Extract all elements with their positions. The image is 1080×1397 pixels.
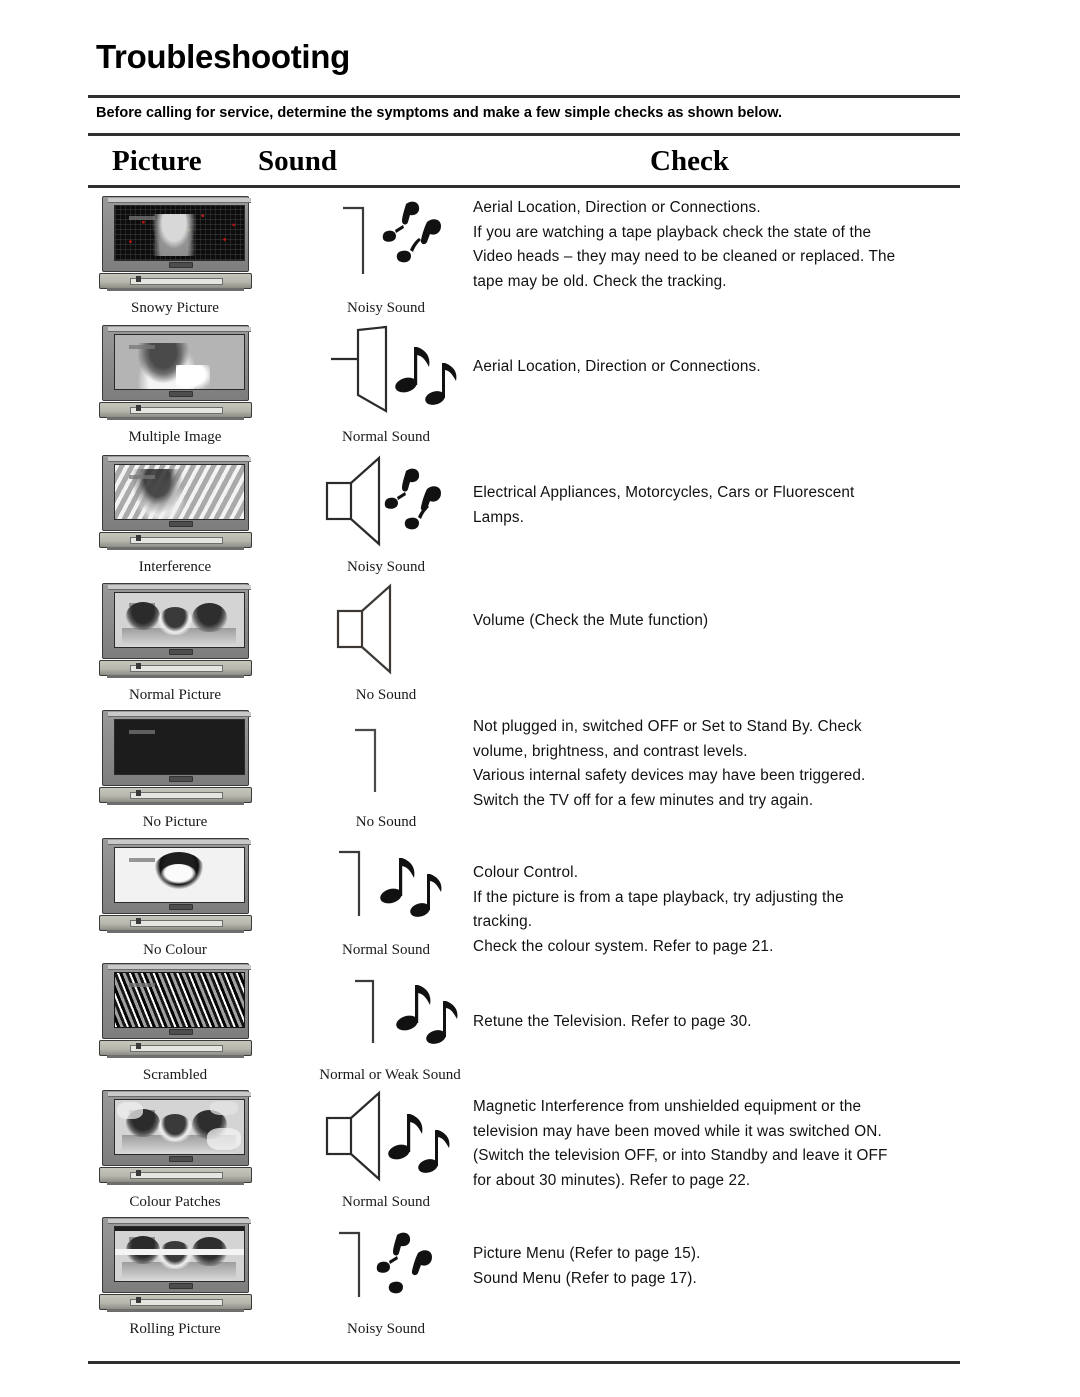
check-line: Colour Control.: [473, 864, 579, 881]
picture-cell: Rolling Picture: [96, 1217, 254, 1337]
column-header-check: Check: [650, 145, 729, 177]
boxed-speaker-with-music-notes-icon: [311, 1090, 461, 1188]
television-interference-icon: [98, 455, 252, 550]
picture-cell: Colour Patches: [96, 1090, 254, 1210]
picture-caption: Colour Patches: [129, 1194, 221, 1210]
picture-cell: Snowy Picture: [96, 196, 254, 316]
sound-caption: Noisy Sound: [347, 1321, 425, 1337]
check-line: (Switch the television OFF, or into Stan…: [473, 1147, 888, 1164]
sound-caption: Normal Sound: [342, 429, 430, 445]
check-line: Aerial Location, Direction or Connection…: [473, 358, 761, 375]
collapsed-speaker-silent-icon: [311, 710, 461, 808]
picture-caption: Interference: [138, 559, 212, 575]
check-line: volume, brightness, and contrast levels.: [473, 742, 748, 760]
page-title: Troubleshooting: [96, 38, 350, 75]
check-cell: Magnetic Interference from unshielded eq…: [473, 1090, 968, 1193]
check-cell: Retune the Television. Refer to page 30.: [473, 963, 968, 1035]
header-divider-middle: [88, 133, 960, 136]
television-no-colour-icon: [98, 838, 252, 933]
sound-caption: Normal or Weak Sound: [319, 1067, 461, 1083]
television-normal-picture-icon: [98, 583, 252, 678]
television-scrambled-icon: [98, 963, 252, 1058]
sound-cell: Normal Sound: [310, 838, 462, 958]
sound-caption: No Sound: [355, 814, 417, 830]
check-cell: Volume (Check the Mute function): [473, 583, 968, 634]
header-divider-top: [88, 95, 960, 98]
column-header-sound: Sound: [258, 145, 338, 177]
check-line: Sound Menu (Refer to page 17).: [473, 1269, 697, 1287]
picture-caption: No Picture: [142, 814, 208, 830]
television-colour-patches-icon: [98, 1090, 252, 1185]
check-cell: Colour Control. If the picture is from a…: [473, 838, 968, 959]
open-speaker-with-music-notes-icon: [311, 325, 461, 423]
picture-cell: Multiple Image: [96, 325, 254, 445]
check-line: Switch the TV off for a few minutes and …: [473, 791, 814, 809]
subheading: Before calling for service, determine th…: [96, 105, 783, 121]
television-multiple-image-icon: [98, 325, 252, 420]
sound-caption: Normal Sound: [342, 1194, 430, 1210]
column-header-picture: Picture: [112, 145, 202, 177]
check-line: Aerial Location, Direction or Connection…: [473, 199, 761, 216]
sound-cell: Normal Sound: [310, 1090, 462, 1210]
check-line: If the picture is from a tape playback, …: [473, 888, 844, 906]
check-line: television may have been moved while it …: [473, 1122, 882, 1140]
picture-cell: Normal Picture: [96, 583, 254, 703]
collapsed-speaker-with-broken-notes-icon: [311, 196, 461, 294]
troubleshooting-page: Troubleshooting Before calling for servi…: [0, 0, 1080, 1397]
picture-cell: Scrambled: [96, 963, 254, 1083]
check-line: Lamps.: [473, 508, 525, 526]
check-line: Not plugged in, switched OFF or Set to S…: [473, 718, 862, 735]
check-line: tracking.: [473, 913, 533, 930]
sound-cell: Normal Sound: [310, 325, 462, 445]
sound-cell: No Sound: [310, 583, 462, 703]
check-cell: Not plugged in, switched OFF or Set to S…: [473, 710, 968, 813]
check-line: Magnetic Interference from unshielded eq…: [473, 1098, 862, 1115]
picture-caption: No Colour: [143, 942, 207, 958]
picture-cell: No Colour: [96, 838, 254, 958]
boxed-speaker-silent-icon: [311, 583, 461, 681]
collapsed-speaker-with-music-notes-icon: [315, 963, 465, 1061]
sound-cell: Normal or Weak Sound: [300, 963, 480, 1083]
sound-cell: Noisy Sound: [310, 1217, 462, 1337]
check-line: Picture Menu (Refer to page 15).: [473, 1245, 701, 1262]
check-cell: Aerial Location, Direction or Connection…: [473, 196, 968, 294]
check-cell: Aerial Location, Direction or Connection…: [473, 325, 968, 380]
boxed-speaker-with-broken-notes-icon: [311, 455, 461, 553]
picture-caption: Multiple Image: [128, 429, 222, 445]
picture-caption: Normal Picture: [128, 687, 222, 703]
check-line: If you are watching a tape playback chec…: [473, 223, 872, 241]
sound-cell: Noisy Sound: [310, 455, 462, 575]
television-no-picture-icon: [98, 710, 252, 805]
sound-caption: Noisy Sound: [347, 559, 425, 575]
picture-caption: Rolling Picture: [129, 1321, 221, 1337]
sound-cell: No Sound: [310, 710, 462, 830]
footer-divider: [88, 1361, 960, 1364]
check-line: Check the colour system. Refer to page 2…: [473, 937, 774, 955]
sound-cell: Noisy Sound: [310, 196, 462, 316]
sound-caption: Noisy Sound: [347, 300, 425, 316]
check-line: tape may be old. Check the tracking.: [473, 272, 727, 290]
column-header-divider: [88, 185, 960, 188]
television-rolling-picture-icon: [98, 1217, 252, 1312]
picture-cell: Interference: [96, 455, 254, 575]
check-cell: Picture Menu (Refer to page 15). Sound M…: [473, 1217, 968, 1291]
sound-caption: Normal Sound: [342, 942, 430, 958]
collapsed-speaker-with-broken-notes-icon: [311, 1217, 461, 1315]
picture-cell: No Picture: [96, 710, 254, 830]
picture-caption: Scrambled: [142, 1067, 208, 1083]
check-cell: Electrical Appliances, Motorcycles, Cars…: [473, 455, 968, 530]
check-line: Retune the Television. Refer to page 30.: [473, 1013, 752, 1030]
check-line: for about 30 minutes). Refer to page 22.: [473, 1171, 751, 1189]
check-line: Electrical Appliances, Motorcycles, Cars…: [473, 484, 855, 501]
check-line: Various internal safety devices may have…: [473, 767, 866, 784]
picture-caption: Snowy Picture: [131, 300, 219, 316]
sound-caption: No Sound: [355, 687, 417, 703]
television-snowy-icon: [98, 196, 252, 291]
collapsed-speaker-with-music-notes-icon: [311, 838, 461, 936]
check-line: Volume (Check the Mute function): [473, 612, 709, 629]
check-line: Video heads – they may need to be cleane…: [473, 248, 896, 265]
